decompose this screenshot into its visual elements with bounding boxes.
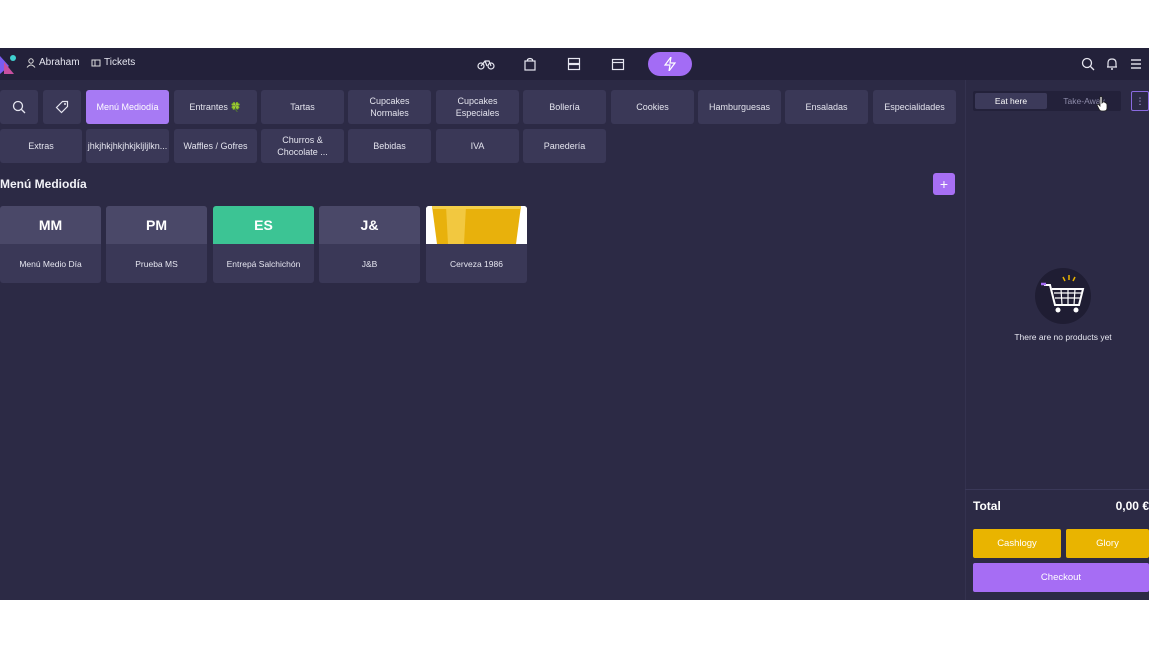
section-title: Menú Mediodía [0,177,87,191]
product-card-menu-medio-dia[interactable]: MM Menú Medio Día [0,206,101,283]
total-divider [965,489,1149,490]
total-label: Total [973,499,1001,513]
category-tartas[interactable]: Tartas [261,90,344,124]
category-cupcakes-especiales[interactable]: Cupcakes Especiales [436,90,519,124]
checkout-button[interactable]: Checkout [973,563,1149,592]
product-name: Entrepá Salchichón [226,258,301,269]
category-menu-mediodia[interactable]: Menú Mediodía [86,90,169,124]
user-icon [26,57,36,68]
eat-here-tab[interactable]: Eat here [975,93,1047,109]
bike-icon[interactable] [474,52,498,76]
user-menu[interactable]: Abraham [26,57,80,68]
bell-icon[interactable] [1104,55,1120,73]
search-icon[interactable] [1080,55,1096,73]
product-thumb: J& [319,206,420,244]
category-churros[interactable]: Churros & Chocolate ... [261,129,344,163]
search-button[interactable] [0,90,38,124]
category-bebidas[interactable]: Bebidas [348,129,431,163]
bag-icon[interactable] [518,52,542,76]
category-entrantes[interactable]: Entrantes 🍀 [174,90,257,124]
category-waffles[interactable]: Waffles / Gofres [174,129,257,163]
category-hamburguesas[interactable]: Hamburguesas [698,90,781,124]
empty-cart-icon [1035,268,1091,324]
product-card-jb[interactable]: J& J&B [319,206,420,283]
product-thumb: MM [0,206,101,244]
product-thumb: ES [213,206,314,244]
product-name: J&B [361,258,378,269]
category-cookies[interactable]: Cookies [611,90,694,124]
cashlogy-button[interactable]: Cashlogy [973,529,1061,558]
calendar-icon[interactable] [606,52,630,76]
category-especialidades[interactable]: Especialidades [873,90,956,124]
more-options-button[interactable]: ⋮ [1131,91,1149,111]
mode-switcher [474,52,692,76]
hand-cursor-icon [1096,96,1108,112]
product-thumb: PM [106,206,207,244]
product-card-entrepa-salchichon[interactable]: ES Entrepá Salchichón [213,206,314,283]
lightning-icon[interactable] [648,52,692,76]
take-away-tab[interactable]: Take-Away [1049,93,1119,109]
total-value: 0,00 € [1115,499,1149,513]
pos-app: Abraham Tickets Menú Mediodía Entrantes … [0,48,1149,600]
product-name: Cerveza 1986 [450,258,503,269]
ticket-icon [91,59,101,66]
product-card-cerveza-1986[interactable]: Cerveza 1986 [426,206,527,283]
category-ensaladas[interactable]: Ensaladas [785,90,868,124]
top-bar: Abraham Tickets [0,48,1149,80]
tag-button[interactable] [43,90,81,124]
category-extras[interactable]: Extras [0,129,82,163]
category-bolleria[interactable]: Bollería [523,90,606,124]
panel-divider [965,80,966,600]
product-name: Menú Medio Día [19,258,82,269]
add-product-button[interactable]: + [933,173,955,195]
category-iva[interactable]: IVA [436,129,519,163]
tag-icon [55,100,69,114]
topbar-actions [1080,55,1144,73]
user-name: Abraham [39,57,80,68]
search-icon [12,100,26,114]
beer-image [426,206,527,244]
menu-icon[interactable] [1128,55,1144,73]
category-cupcakes-normales[interactable]: Cupcakes Normales [348,90,431,124]
glory-button[interactable]: Glory [1066,529,1149,558]
category-jhkjhk[interactable]: jhkjhkjhkjhkjkljljlkn... [86,129,169,163]
server-icon[interactable] [562,52,586,76]
category-panederia[interactable]: Panedería [523,129,606,163]
logo-icon[interactable] [0,54,16,74]
product-card-prueba-ms[interactable]: PM Prueba MS [106,206,207,283]
tickets-label: Tickets [104,57,136,68]
tickets-link[interactable]: Tickets [91,57,135,68]
product-name: Prueba MS [135,258,178,269]
empty-cart-message: There are no products yet [1014,332,1112,342]
